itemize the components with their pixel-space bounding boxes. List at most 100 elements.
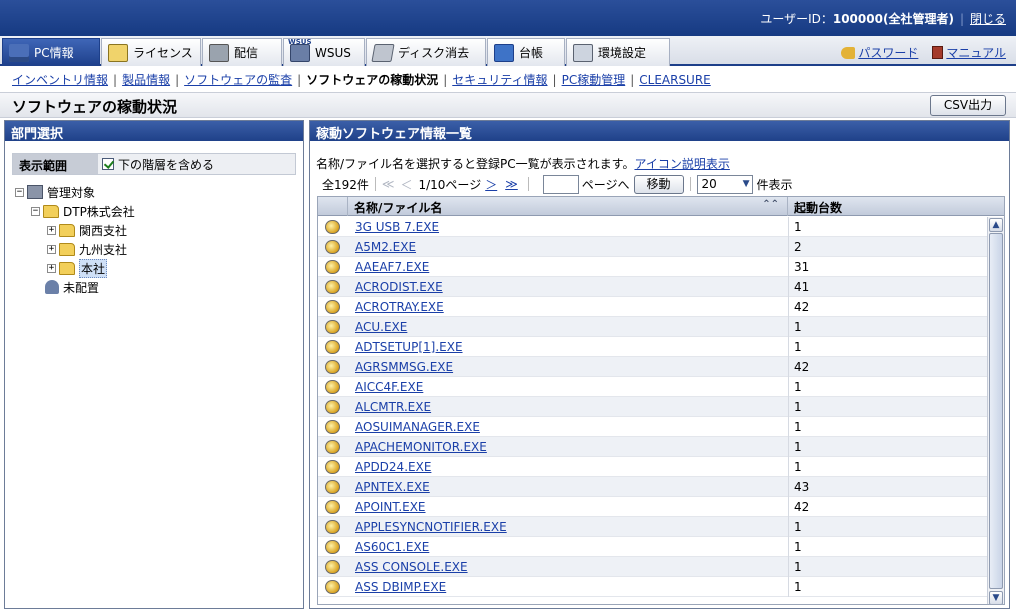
subnav-security-info[interactable]: セキュリティ情報 (452, 73, 547, 87)
column-divider (788, 457, 789, 477)
expand-icon[interactable]: + (47, 244, 56, 254)
tab-distribution[interactable]: 配信 (202, 38, 282, 66)
tree-node-unassigned[interactable]: 未配置 (45, 278, 99, 296)
software-name-link[interactable]: ASS DBIMP.EXE (355, 580, 446, 594)
scroll-up-icon[interactable]: ▲ (989, 218, 1003, 232)
icon-help-link[interactable]: アイコン説明表示 (634, 157, 729, 171)
software-name-link[interactable]: ACROTRAY.EXE (355, 300, 444, 314)
software-name-link[interactable]: APDD24.EXE (355, 460, 431, 474)
tree-node-company[interactable]: − DTP株式会社 (31, 202, 135, 220)
vertical-scrollbar[interactable]: ▲ ▼ (987, 217, 1004, 604)
tree-node-headquarters[interactable]: + 本社 (47, 258, 108, 278)
header-name-column[interactable]: 名称/ファイル名 ⌃⌃ (348, 197, 788, 216)
tab-pc-info[interactable]: PC情報 (2, 38, 100, 66)
software-name-link[interactable]: APACHEMONITOR.EXE (355, 440, 487, 454)
tab-license[interactable]: ライセンス (101, 38, 201, 66)
software-name-link[interactable]: AICC4F.EXE (355, 380, 423, 394)
pager: 全192件 ≪ ＜ 1/10ページ ＞ ≫ ページへ 移動 20 件表示 (322, 174, 793, 194)
expand-icon[interactable]: + (47, 225, 56, 235)
subnav-product-info[interactable]: 製品情報 (122, 73, 170, 87)
software-name-link[interactable]: ALCMTR.EXE (355, 400, 431, 414)
last-page-link[interactable]: ≫ (505, 177, 518, 191)
expand-icon[interactable]: + (47, 263, 56, 273)
column-divider (788, 437, 789, 457)
book-icon (932, 46, 944, 59)
tree-node-label[interactable]: 九州支社 (79, 241, 127, 258)
software-name-link[interactable]: AGRSMMSG.EXE (355, 360, 453, 374)
separator: | (297, 73, 302, 87)
tab-wsus[interactable]: WSUS WSUS (283, 38, 365, 66)
close-link[interactable]: 閉じる (970, 12, 1006, 26)
table-row: ADTSETUP[1].EXE 1 (318, 337, 988, 357)
tab-label: ライセンス (133, 46, 193, 60)
header-icon-column (318, 197, 348, 216)
table-row: A5M2.EXE 2 (318, 237, 988, 257)
software-name-link[interactable]: APNTEX.EXE (355, 480, 430, 494)
user-info: ユーザーID：100000(全社管理者) | 閉じる (760, 10, 1006, 27)
password-link[interactable]: パスワード (841, 44, 918, 61)
column-divider (788, 517, 789, 537)
collapse-icon[interactable]: − (15, 187, 24, 197)
tree-node-label[interactable]: 管理対象 (47, 184, 95, 201)
folder-icon (43, 204, 59, 218)
tab-disk-erase[interactable]: ディスク消去 (366, 38, 486, 66)
tree-node-kyushu[interactable]: + 九州支社 (47, 240, 127, 258)
software-name-link[interactable]: AS60C1.EXE (355, 540, 429, 554)
csv-export-button[interactable]: CSV出力 (930, 95, 1006, 116)
password-link-label[interactable]: パスワード (858, 44, 918, 61)
tab-settings[interactable]: 環境設定 (566, 38, 670, 66)
disk-erase-icon (371, 43, 395, 62)
collapse-icon[interactable]: − (31, 206, 40, 216)
table-row: APACHEMONITOR.EXE 1 (318, 437, 988, 457)
header-count-column[interactable]: 起動台数 (788, 197, 988, 216)
subnav-pc-operation[interactable]: PC稼動管理 (562, 73, 626, 87)
column-divider (788, 257, 789, 277)
scroll-down-icon[interactable]: ▼ (989, 591, 1003, 604)
manual-link-label[interactable]: マニュアル (946, 44, 1006, 61)
software-running-icon (325, 340, 340, 354)
software-running-icon (325, 560, 340, 574)
software-name-link[interactable]: APOINT.EXE (355, 500, 426, 514)
person-icon (45, 280, 59, 294)
tree-node-managed[interactable]: − 管理対象 (15, 183, 95, 201)
software-name-link[interactable]: APPLESYNCNOTIFIER.EXE (355, 520, 507, 534)
software-running-icon (325, 240, 340, 254)
sort-icon[interactable]: ⌃⌃ (762, 199, 779, 210)
software-name-link[interactable]: ASS CONSOLE.EXE (355, 560, 468, 574)
tree-node-label[interactable]: 本社 (79, 258, 108, 278)
move-button[interactable]: 移動 (633, 174, 684, 194)
software-name-link[interactable]: ADTSETUP[1].EXE (355, 340, 463, 354)
include-sub-checkbox[interactable] (102, 158, 114, 170)
launch-count: 2 (794, 240, 802, 254)
software-name-link[interactable]: A5M2.EXE (355, 240, 416, 254)
table-row: AAEAF7.EXE 31 (318, 257, 988, 277)
tab-ledger[interactable]: 台帳 (487, 38, 565, 66)
next-page-link[interactable]: ＞ (485, 176, 497, 193)
tree-node-kansai[interactable]: + 関西支社 (47, 221, 127, 239)
subnav-inventory[interactable]: インベントリ情報 (12, 73, 108, 87)
per-page-select[interactable]: 20 (696, 174, 753, 194)
subnav-clearsure[interactable]: CLEARSURE (639, 73, 711, 87)
separator (374, 177, 376, 191)
software-name-link[interactable]: AOSUIMANAGER.EXE (355, 420, 480, 434)
software-name-link[interactable]: 3G USB 7.EXE (355, 220, 439, 234)
software-running-icon (325, 520, 340, 534)
top-header: ユーザーID：100000(全社管理者) | 閉じる (0, 0, 1016, 36)
tree-node-label[interactable]: 関西支社 (79, 222, 127, 239)
tree-node-label[interactable]: 未配置 (63, 279, 99, 296)
launch-count: 43 (794, 480, 810, 494)
software-running-icon (325, 420, 340, 434)
manual-link[interactable]: マニュアル (932, 44, 1006, 61)
subnav-software-audit[interactable]: ソフトウェアの監査 (184, 73, 292, 87)
tab-label: 台帳 (519, 46, 544, 60)
separator: | (959, 12, 964, 26)
page-number-input[interactable] (542, 174, 579, 194)
software-name-link[interactable]: ACU.EXE (355, 320, 407, 334)
tree-node-label[interactable]: DTP株式会社 (63, 203, 135, 220)
scrollbar-thumb[interactable] (989, 233, 1003, 589)
include-sub-option[interactable]: 下の階層を含める (98, 154, 295, 174)
launch-count: 1 (794, 400, 802, 414)
software-name-link[interactable]: AAEAF7.EXE (355, 260, 429, 274)
table-row: APDD24.EXE 1 (318, 457, 988, 477)
software-name-link[interactable]: ACRODIST.EXE (355, 280, 443, 294)
